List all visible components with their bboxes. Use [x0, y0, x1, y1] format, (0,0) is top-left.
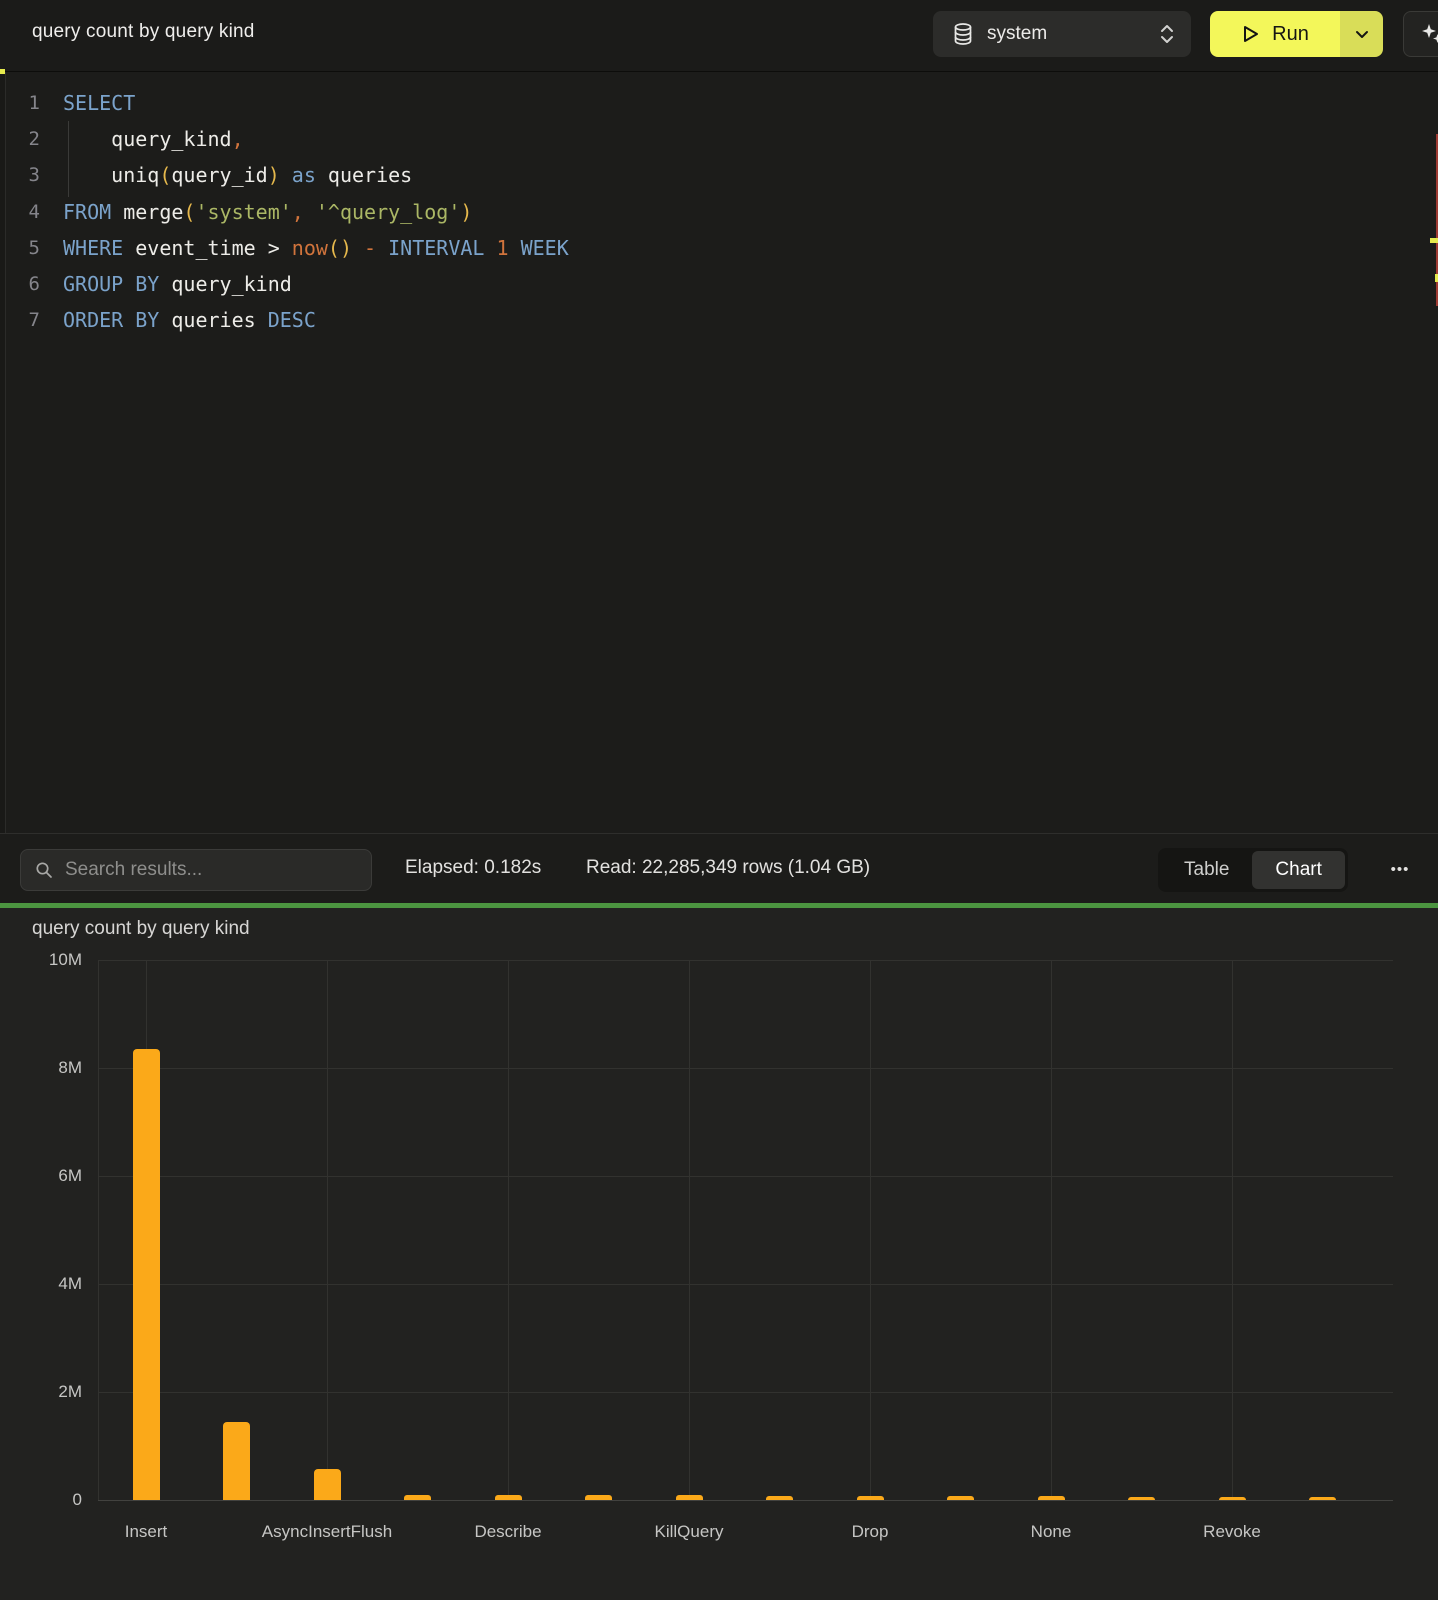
- bar-unlabeled-7[interactable]: [766, 1496, 793, 1500]
- gridline-horizontal: [98, 1392, 1393, 1393]
- database-icon: [953, 23, 973, 45]
- code-text: query_kind,: [63, 127, 244, 151]
- code-line[interactable]: 5 WHERE event_time > now() - INTERVAL 1 W…: [6, 230, 1438, 266]
- code-line[interactable]: 1 SELECT: [6, 85, 1438, 121]
- bar-Drop[interactable]: [857, 1496, 884, 1500]
- sql-editor[interactable]: 1SELECT2 query_kind,3 uniq(query_id) as …: [6, 72, 1438, 833]
- code-line[interactable]: 2 query_kind,: [6, 121, 1438, 157]
- y-tick-label: 0: [26, 1490, 82, 1510]
- y-tick-label: 4M: [26, 1274, 82, 1294]
- header: query count by query kind system: [0, 0, 1438, 72]
- bar-None[interactable]: [1038, 1496, 1065, 1500]
- chevron-up-down-icon: [1159, 23, 1175, 45]
- code-lines: 1SELECT2 query_kind,3 uniq(query_id) as …: [6, 85, 1438, 338]
- bar-Describe[interactable]: [495, 1495, 522, 1500]
- bar-unlabeled-9[interactable]: [947, 1496, 974, 1500]
- assistant-button[interactable]: [1403, 11, 1438, 57]
- bar-unlabeled-5[interactable]: [585, 1495, 612, 1500]
- bar-Revoke[interactable]: [1219, 1497, 1246, 1500]
- code-text: WHERE event_time > now() - INTERVAL 1 WE…: [63, 236, 569, 260]
- y-tick-label: 6M: [26, 1166, 82, 1186]
- code-text: SELECT: [63, 91, 135, 115]
- code-text: GROUP BY query_kind: [63, 272, 292, 296]
- code-text: FROM merge('system', '^query_log'): [63, 200, 472, 224]
- scrollbar-cursor-mark: [1430, 238, 1438, 243]
- run-options-button[interactable]: [1340, 11, 1383, 57]
- view-toggle: Table Chart: [1158, 848, 1348, 892]
- search-box: [20, 849, 372, 891]
- bar-unlabeled-11[interactable]: [1128, 1497, 1155, 1500]
- elapsed-stat: Elapsed: 0.182s: [405, 857, 541, 879]
- gridline-horizontal: [98, 1068, 1393, 1069]
- results-toolbar: Elapsed: 0.182s Read: 22,285,349 rows (1…: [0, 833, 1438, 903]
- bar-KillQuery[interactable]: [676, 1495, 703, 1500]
- line-number: 1: [6, 92, 40, 114]
- indent-guide: [68, 121, 69, 197]
- sparkles-icon: [1420, 22, 1438, 46]
- database-selector[interactable]: system: [933, 11, 1191, 57]
- tab-chart[interactable]: Chart: [1252, 851, 1344, 889]
- gridline-horizontal: [98, 1500, 1393, 1501]
- run-button[interactable]: Run: [1210, 11, 1340, 57]
- chevron-down-icon: [1355, 30, 1369, 39]
- gridline-horizontal: [98, 1176, 1393, 1177]
- y-axis-line: [98, 960, 99, 1500]
- y-tick-label: 10M: [26, 950, 82, 970]
- run-button-label: Run: [1272, 23, 1309, 46]
- gridline-vertical: [1051, 960, 1052, 1500]
- gridline-vertical: [1232, 960, 1233, 1500]
- play-icon: [1241, 24, 1260, 44]
- active-tab-indicator: [0, 69, 5, 74]
- search-results-input[interactable]: [65, 859, 357, 881]
- bar-AsyncInsertFlush[interactable]: [314, 1469, 341, 1500]
- bar-chart: 02M4M6M8M10MInsertAsyncInsertFlushDescri…: [0, 908, 1438, 1600]
- line-number: 4: [6, 201, 40, 223]
- y-tick-label: 8M: [26, 1058, 82, 1078]
- line-number: 7: [6, 309, 40, 331]
- gridline-horizontal: [98, 960, 1393, 961]
- gridline-vertical: [870, 960, 871, 1500]
- run-button-group: Run: [1210, 11, 1383, 57]
- chart-panel: query count by query kind 02M4M6M8M10MIn…: [0, 908, 1438, 1600]
- read-stat: Read: 22,285,349 rows (1.04 GB): [586, 857, 870, 879]
- database-selector-value: system: [987, 23, 1145, 45]
- y-tick-label: 2M: [26, 1382, 82, 1402]
- code-text: ORDER BY queries DESC: [63, 308, 316, 332]
- line-number: 2: [6, 128, 40, 150]
- x-tick-label: Revoke: [1122, 1522, 1342, 1542]
- line-number: 3: [6, 164, 40, 186]
- bar-unlabeled-3[interactable]: [404, 1495, 431, 1500]
- code-line[interactable]: 6 GROUP BY query_kind: [6, 266, 1438, 302]
- code-line[interactable]: 3 uniq(query_id) as queries: [6, 157, 1438, 193]
- code-line[interactable]: 4 FROM merge('system', '^query_log'): [6, 194, 1438, 230]
- bar-unlabeled-13[interactable]: [1309, 1497, 1336, 1500]
- bar-unlabeled-1[interactable]: [223, 1422, 250, 1500]
- code-line[interactable]: 7 ORDER BY queries DESC: [6, 302, 1438, 338]
- gridline-vertical: [689, 960, 690, 1500]
- bar-Insert[interactable]: [133, 1049, 160, 1500]
- search-icon: [35, 861, 53, 879]
- page-title: query count by query kind: [32, 21, 255, 43]
- tab-table[interactable]: Table: [1161, 851, 1252, 889]
- more-options-button[interactable]: •••: [1380, 856, 1420, 882]
- line-number: 6: [6, 273, 40, 295]
- gridline-horizontal: [98, 1284, 1393, 1285]
- gridline-vertical: [508, 960, 509, 1500]
- sql-console-window: query count by query kind system: [0, 0, 1438, 1600]
- code-text: uniq(query_id) as queries: [63, 163, 412, 187]
- line-number: 5: [6, 237, 40, 259]
- gridline-vertical: [327, 960, 328, 1500]
